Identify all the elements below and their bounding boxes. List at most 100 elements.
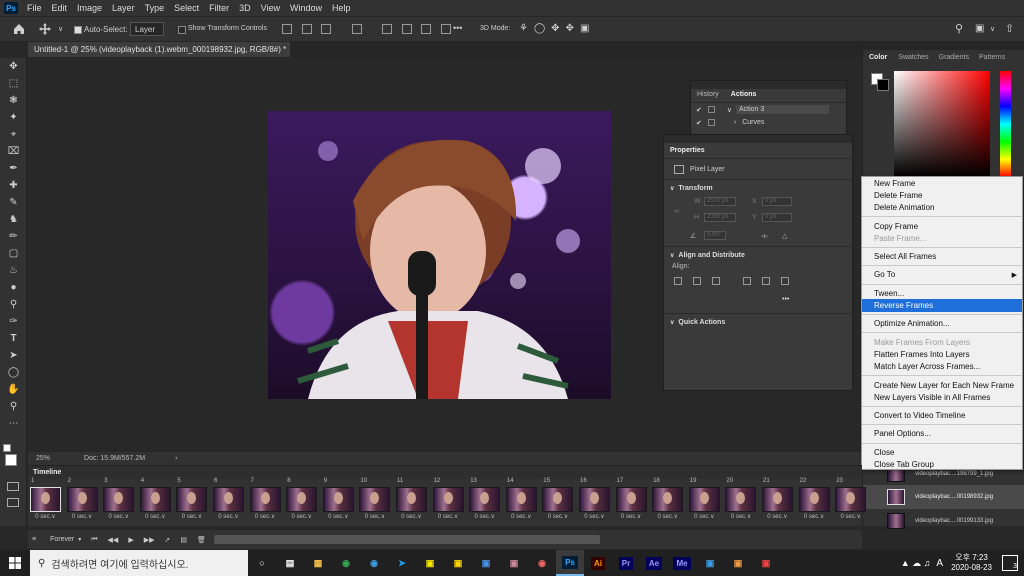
hand-icon[interactable]: ✋ <box>0 381 27 398</box>
app-icon[interactable]: ▣ <box>696 550 724 576</box>
timeline-frame[interactable]: 21 0 sec.∨ <box>760 478 795 523</box>
properties-title[interactable]: Properties <box>664 145 711 156</box>
menu-filter[interactable]: Filter <box>204 3 234 13</box>
brush-icon[interactable]: ✎ <box>0 194 27 211</box>
taskbar-after-effects[interactable]: Ae <box>640 550 668 576</box>
frame-delay-dropdown[interactable]: 0 sec.∨ <box>797 513 832 520</box>
align-bottom-icon[interactable] <box>421 24 432 34</box>
timeline-frame[interactable]: 16 0 sec.∨ <box>577 478 612 523</box>
menu-select[interactable]: Select <box>169 3 204 13</box>
taskbar-media-encoder[interactable]: Me <box>668 550 696 576</box>
dialog-toggle-icon[interactable] <box>707 119 715 126</box>
trash-icon[interactable]: 🗑 <box>197 536 206 544</box>
timeline-frame[interactable]: 7 0 sec.∨ <box>248 478 283 523</box>
flip-vertical-icon[interactable]: △ <box>782 232 787 240</box>
menu-3d[interactable]: 3D <box>234 3 256 13</box>
3d-orbit-icon[interactable]: ⚘ <box>519 23 528 34</box>
menu-item-new-layers-visible-in-all-frames[interactable]: New Layers Visible in All Frames <box>862 391 1022 403</box>
shape-icon[interactable]: ◯ <box>0 364 27 381</box>
timeline-frame[interactable]: 23 0 sec.∨ <box>833 478 868 523</box>
duplicate-frame-icon[interactable]: ▤ <box>180 536 187 544</box>
eyedropper-icon[interactable]: ✒ <box>0 160 27 177</box>
frame-delay-dropdown[interactable]: 0 sec.∨ <box>467 513 502 520</box>
menu-item-tween[interactable]: Tween... <box>862 287 1022 299</box>
chevron-down-icon[interactable]: ▾ <box>78 536 81 543</box>
frame-delay-dropdown[interactable]: 0 sec.∨ <box>138 513 173 520</box>
app-icon[interactable]: ▣ <box>500 550 528 576</box>
timeline-frame[interactable]: 3 0 sec.∨ <box>101 478 136 523</box>
tween-icon[interactable]: ➚ <box>165 536 171 544</box>
eye-icon[interactable] <box>871 517 879 525</box>
search-icon[interactable]: ⚲ <box>955 22 963 35</box>
frame-icon[interactable]: ⌧ <box>0 143 27 160</box>
menu-layer[interactable]: Layer <box>107 3 140 13</box>
pen-icon[interactable]: ✑ <box>0 313 27 330</box>
history-brush-icon[interactable]: ✏ <box>0 228 27 245</box>
eraser-icon[interactable]: ▢ <box>0 245 27 262</box>
tray-icons[interactable]: ▲ ☁ ♫ <box>901 558 931 569</box>
frame-delay-dropdown[interactable]: 0 sec.∨ <box>357 513 392 520</box>
default-colors-icon[interactable] <box>3 444 11 452</box>
tab-gradients[interactable]: Gradients <box>934 54 974 61</box>
loop-dropdown[interactable]: Forever <box>50 536 74 543</box>
more-align-button[interactable]: ••• <box>782 296 789 303</box>
paint-bucket-icon[interactable]: ♨ <box>0 262 27 279</box>
app-icon[interactable]: ◉ <box>528 550 556 576</box>
frame-delay-dropdown[interactable]: 0 sec.∨ <box>504 513 539 520</box>
healing-brush-icon[interactable]: ✚ <box>0 177 27 194</box>
canvas-image[interactable] <box>268 111 611 399</box>
timeline-frame[interactable]: 12 0 sec.∨ <box>431 478 466 523</box>
menu-help[interactable]: Help <box>327 3 356 13</box>
previous-frame-icon[interactable]: ◀◀ <box>108 536 119 544</box>
menu-item-convert-to-video-timeline[interactable]: Convert to Video Timeline <box>862 409 1022 421</box>
align-bottom-edges-icon[interactable] <box>781 277 789 285</box>
action-row[interactable]: ✔ › Curves <box>691 116 846 129</box>
frame-delay-dropdown[interactable]: 0 sec.∨ <box>650 513 685 520</box>
align-right-icon[interactable] <box>321 24 332 34</box>
timeline-frame[interactable]: 9 0 sec.∨ <box>321 478 356 523</box>
timeline-scrollbar[interactable] <box>213 535 600 544</box>
dialog-toggle-icon[interactable] <box>707 106 715 113</box>
flip-horizontal-icon[interactable]: ◃▹ <box>761 232 768 240</box>
menu-item-close[interactable]: Close <box>862 446 1022 458</box>
windows-start-icon[interactable] <box>0 550 30 576</box>
frame-delay-dropdown[interactable]: 0 sec.∨ <box>833 513 868 520</box>
next-frame-icon[interactable]: ▶▶ <box>144 536 155 544</box>
share-icon[interactable]: ⇧ <box>1005 22 1014 35</box>
frame-delay-dropdown[interactable]: 0 sec.∨ <box>101 513 136 520</box>
frame-delay-dropdown[interactable]: 0 sec.∨ <box>577 513 612 520</box>
document-tab[interactable]: Untitled-1 @ 25% (videoplayback (1).webm… <box>28 42 290 57</box>
lasso-icon[interactable]: ❃ <box>0 92 27 109</box>
show-transform-checkbox[interactable] <box>178 26 186 34</box>
path-selection-icon[interactable]: ➤ <box>0 347 27 364</box>
timeline-title[interactable]: Timeline <box>33 469 61 476</box>
menu-view[interactable]: View <box>256 3 285 13</box>
align-vertical-centers-icon[interactable] <box>762 277 770 285</box>
tab-swatches[interactable]: Swatches <box>893 54 933 61</box>
taskbar-clock[interactable]: 오후 7:23 2020-08-23 <box>951 553 992 573</box>
dodge-icon[interactable]: ⚲ <box>0 296 27 313</box>
menu-type[interactable]: Type <box>140 3 170 13</box>
timeline-frame[interactable]: 18 0 sec.∨ <box>650 478 685 523</box>
align-right-edges-icon[interactable] <box>712 277 720 285</box>
type-icon[interactable]: T <box>0 330 27 347</box>
more-tools-icon[interactable]: ⋯ <box>0 415 27 432</box>
align-middle-icon[interactable] <box>401 24 412 34</box>
bg-color-swatch[interactable] <box>877 79 889 91</box>
marquee-icon[interactable]: ⬚ <box>0 75 27 92</box>
menu-item-delete-frame[interactable]: Delete Frame <box>862 189 1022 201</box>
zoom-level[interactable]: 25% <box>36 455 50 462</box>
frame-delay-dropdown[interactable]: 0 sec.∨ <box>760 513 795 520</box>
tab-actions[interactable]: Actions <box>724 89 763 102</box>
timeline-frame[interactable]: 5 0 sec.∨ <box>174 478 209 523</box>
align-left-edges-icon[interactable] <box>674 277 682 285</box>
file-explorer-icon[interactable]: ▦ <box>304 550 332 576</box>
tab-color[interactable]: Color <box>863 54 893 61</box>
workspace-chevron-icon[interactable]: ∨ <box>990 25 995 33</box>
menu-item-reverse-frames[interactable]: Reverse Frames <box>862 299 1022 312</box>
taskbar-search-box[interactable]: ⚲ 검색하려면 여기에 입력하십시오. <box>30 550 248 576</box>
frame-delay-dropdown[interactable]: 0 sec.∨ <box>614 513 649 520</box>
frame-delay-dropdown[interactable]: 0 sec.∨ <box>431 513 466 520</box>
zoom-icon[interactable]: ⚲ <box>0 398 27 415</box>
layer-row[interactable]: videoplaybac....00199133.jpg <box>863 510 1024 532</box>
